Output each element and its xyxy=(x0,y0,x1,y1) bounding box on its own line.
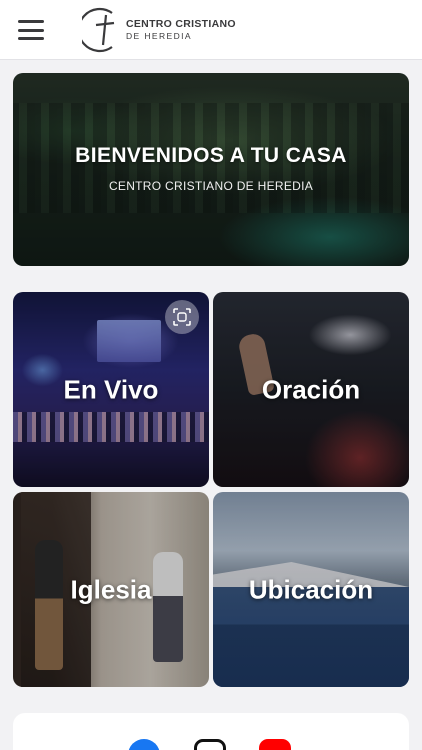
app-header: CENTRO CRISTIANO DE HEREDIA xyxy=(0,0,422,60)
social-links-card xyxy=(13,713,409,750)
instagram-icon[interactable] xyxy=(194,739,226,750)
tile-iglesia[interactable]: Iglesia xyxy=(13,492,209,687)
menu-bar xyxy=(18,28,44,32)
logo-text: CENTRO CRISTIANO DE HEREDIA xyxy=(126,18,236,42)
tile-label: Ubicación xyxy=(248,574,374,604)
tile-label: Iglesia xyxy=(70,574,152,604)
logo-subtitle: DE HEREDIA xyxy=(126,31,192,41)
facebook-icon[interactable] xyxy=(128,739,160,750)
hero-subtitle: CENTRO CRISTIANO DE HEREDIA xyxy=(108,179,314,193)
tile-label: Oración xyxy=(261,374,361,404)
hero-title: BIENVENIDOS A TU CASA xyxy=(75,144,347,167)
scan-icon[interactable] xyxy=(165,300,199,334)
menu-bar xyxy=(18,20,44,23)
tile-oracion[interactable]: Oración xyxy=(213,292,409,487)
hamburger-menu-icon[interactable] xyxy=(18,20,44,40)
logo-title: CENTRO CRISTIANO xyxy=(126,18,236,30)
tile-en-vivo[interactable]: En Vivo xyxy=(13,292,209,487)
youtube-icon[interactable] xyxy=(259,739,291,750)
tile-label: En Vivo xyxy=(63,374,159,404)
cross-circle-logo-icon xyxy=(82,7,115,53)
church-logo[interactable]: CENTRO CRISTIANO DE HEREDIA xyxy=(82,5,236,55)
hero-overlay xyxy=(13,73,409,266)
menu-bar xyxy=(18,37,44,40)
welcome-banner[interactable]: BIENVENIDOS A TU CASA CENTRO CRISTIANO D… xyxy=(13,73,409,266)
scan-glyph xyxy=(173,308,191,326)
tile-ubicacion[interactable]: Ubicación xyxy=(213,492,409,687)
